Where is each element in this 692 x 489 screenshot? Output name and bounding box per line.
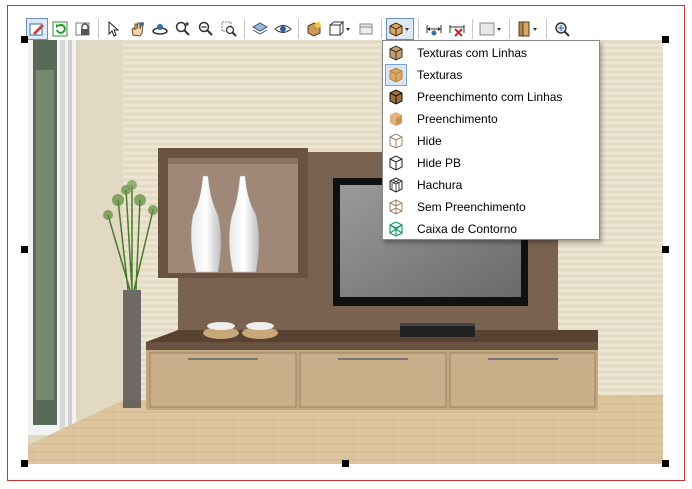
menu-item-label: Hide	[417, 134, 442, 148]
menu-item-label: Preenchimento com Linhas	[417, 90, 563, 104]
cube-hatch-icon	[385, 174, 407, 196]
menu-item-label: Hachura	[417, 178, 463, 192]
zoom-window-icon	[221, 21, 237, 37]
door-icon	[518, 21, 537, 37]
menu-item-label: Caixa de Contorno	[417, 222, 518, 236]
selection-handle[interactable]	[662, 36, 669, 43]
menu-item-hide[interactable]: Hide	[383, 130, 599, 152]
edit-button[interactable]	[26, 18, 48, 40]
menu-item-label: Preenchimento	[417, 112, 498, 126]
menu-item-preenchimento-com-linhas[interactable]: Preenchimento com Linhas	[383, 86, 599, 108]
cube-wire-icon	[385, 196, 407, 218]
dimension-icon	[426, 25, 442, 36]
orbit-button[interactable]	[149, 18, 171, 40]
menu-item-hachura[interactable]: Hachura	[383, 174, 599, 196]
menu-item-label: Sem Preenchimento	[417, 200, 526, 214]
pointer-icon	[108, 21, 120, 37]
menu-item-label: Hide PB	[417, 156, 462, 170]
zoom-in-button[interactable]	[172, 18, 194, 40]
render-icon	[307, 22, 321, 37]
door-dropdown-button[interactable]	[514, 18, 542, 40]
display-mode-dropdown-button[interactable]	[386, 18, 414, 40]
refresh-button[interactable]	[49, 18, 71, 40]
delete-dimension-button[interactable]	[446, 18, 468, 40]
selection-handle[interactable]	[342, 460, 349, 467]
lock-icon	[75, 22, 90, 36]
menu-item-texturas-com-linhas[interactable]: Texturas com Linhas	[383, 42, 599, 64]
refresh-icon	[52, 21, 68, 37]
menu-item-label: Texturas com Linhas	[417, 46, 528, 60]
toolbar-separator	[381, 19, 382, 39]
selection-handle[interactable]	[662, 246, 669, 253]
select-button[interactable]	[103, 18, 125, 40]
toolbar-separator	[546, 19, 547, 39]
layers-icon	[252, 22, 268, 35]
zoom-out-button[interactable]	[195, 18, 217, 40]
menu-item-label: Texturas	[417, 68, 463, 82]
menu-item-sem-preenchimento[interactable]: Sem Preenchimento	[383, 196, 599, 218]
toolbar-separator	[98, 19, 99, 39]
cube-textured-icon	[385, 64, 407, 86]
pan-button[interactable]	[126, 18, 148, 40]
search-zoom-icon	[555, 22, 570, 37]
toolbar-separator	[244, 19, 245, 39]
menu-item-hide-pb[interactable]: Hide PB	[383, 152, 599, 174]
dimension-button[interactable]	[423, 18, 445, 40]
zoom-out-icon	[198, 21, 213, 36]
color-dropdown-button[interactable]	[477, 18, 505, 40]
cube-filled-icon	[385, 108, 407, 130]
cube-textured-lines-icon	[385, 42, 407, 64]
cube-hide-icon	[385, 130, 407, 152]
delete-dimension-icon	[449, 25, 465, 37]
render-mode-menu: Texturas com Linhas Texturas Preenchimen…	[382, 40, 600, 240]
search-zoom-button[interactable]	[551, 18, 573, 40]
toolbar	[26, 16, 573, 42]
selection-handle[interactable]	[21, 246, 28, 253]
color-icon	[479, 22, 501, 36]
lock-button[interactable]	[72, 18, 94, 40]
menu-item-caixa-de-contorno[interactable]: Caixa de Contorno	[383, 218, 599, 240]
selection-handle[interactable]	[21, 460, 28, 467]
pan-hand-icon	[131, 22, 144, 37]
toolbar-separator	[298, 19, 299, 39]
orbit-icon	[152, 24, 168, 35]
cube-hide-bw-icon	[385, 152, 407, 174]
render-button[interactable]	[303, 18, 325, 40]
cube-filled-lines-icon	[385, 86, 407, 108]
toolbar-separator	[418, 19, 419, 39]
menu-item-preenchimento[interactable]: Preenchimento	[383, 108, 599, 130]
view-cube-icon	[329, 21, 350, 36]
visibility-button[interactable]	[272, 18, 294, 40]
selection-handle[interactable]	[662, 460, 669, 467]
zoom-in-icon	[175, 21, 190, 36]
toolbar-separator	[472, 19, 473, 39]
toolbar-separator	[509, 19, 510, 39]
edit-pencil-icon	[29, 23, 44, 36]
cube-bounding-box-icon	[385, 218, 407, 240]
view-dropdown-button[interactable]	[326, 18, 354, 40]
display-mode-icon	[389, 22, 409, 37]
selection-handle[interactable]	[21, 36, 28, 43]
eye-icon	[274, 25, 292, 33]
layers-button[interactable]	[249, 18, 271, 40]
section-icon	[359, 23, 373, 35]
section-button[interactable]	[355, 18, 377, 40]
zoom-window-button[interactable]	[218, 18, 240, 40]
menu-item-texturas[interactable]: Texturas	[383, 64, 599, 86]
